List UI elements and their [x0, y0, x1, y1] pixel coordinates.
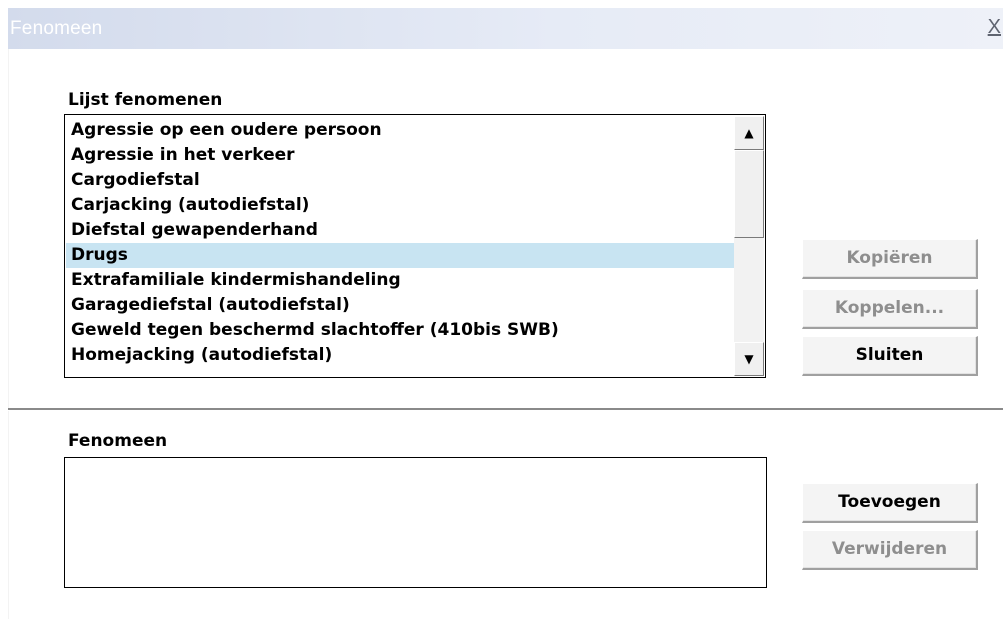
- list-scrollbar[interactable]: ▲ ▼: [734, 116, 764, 376]
- list-items: Agressie op een oudere persoon Agressie i…: [66, 118, 734, 368]
- fenomeen-field[interactable]: [64, 457, 767, 588]
- window-title: Fenomeen: [10, 18, 103, 39]
- list-item[interactable]: Diefstal gewapenderhand: [66, 218, 734, 243]
- add-button[interactable]: Toevoegen: [802, 483, 978, 523]
- window-left-edge: [8, 49, 9, 619]
- remove-button[interactable]: Verwijderen: [802, 530, 978, 570]
- scroll-thumb[interactable]: [734, 150, 764, 238]
- scroll-down-icon[interactable]: ▼: [734, 342, 764, 376]
- list-item[interactable]: Drugs: [66, 243, 734, 268]
- list-item[interactable]: Homejacking (autodiefstal): [66, 343, 734, 368]
- section-divider: [8, 408, 1003, 411]
- scroll-up-icon[interactable]: ▲: [734, 116, 764, 150]
- list-item[interactable]: Garagediefstal (autodiefstal): [66, 293, 734, 318]
- list-item[interactable]: Carjacking (autodiefstal): [66, 193, 734, 218]
- list-label: Lijst fenomenen: [68, 90, 223, 110]
- link-button[interactable]: Koppelen...: [802, 289, 978, 329]
- copy-button[interactable]: Kopiëren: [802, 239, 978, 279]
- close-icon[interactable]: X: [988, 17, 1001, 37]
- list-item[interactable]: Geweld tegen beschermd slachtoffer (410b…: [66, 318, 734, 343]
- close-button[interactable]: Sluiten: [802, 336, 978, 376]
- title-bar: Fenomeen X: [8, 8, 1003, 49]
- list-item[interactable]: Agressie in het verkeer: [66, 143, 734, 168]
- list-item[interactable]: Cargodiefstal: [66, 168, 734, 193]
- fenomenen-listbox[interactable]: Agressie op een oudere persoon Agressie i…: [64, 114, 766, 378]
- list-item[interactable]: Agressie op een oudere persoon: [66, 118, 734, 143]
- fenomeen-label: Fenomeen: [68, 431, 168, 451]
- list-item[interactable]: Extrafamiliale kindermishandeling: [66, 268, 734, 293]
